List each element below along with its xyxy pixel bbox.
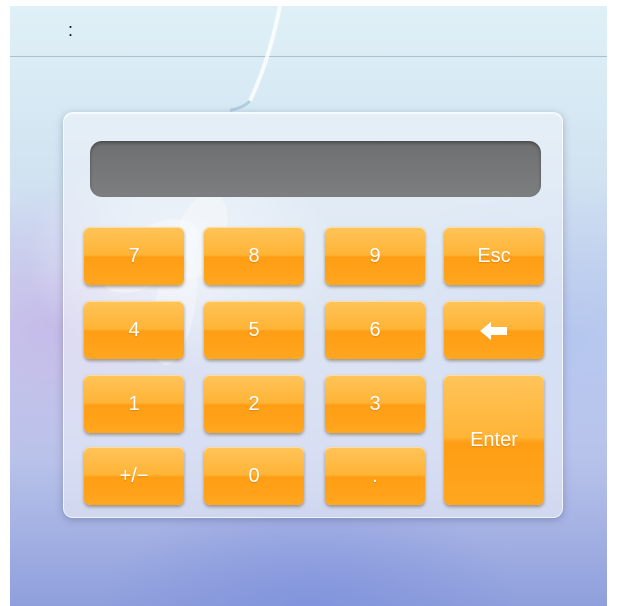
enter-button[interactable]: Enter xyxy=(444,375,544,505)
key-4[interactable]: 4 xyxy=(84,301,184,359)
header-bar: : xyxy=(10,6,607,57)
input-display xyxy=(90,141,541,197)
decimal-point-button[interactable]: . xyxy=(325,447,425,505)
arrow-left-icon xyxy=(480,321,507,340)
key-8[interactable]: 8 xyxy=(204,227,304,285)
key-0[interactable]: 0 xyxy=(204,447,304,505)
key-2[interactable]: 2 xyxy=(204,375,304,433)
key-5[interactable]: 5 xyxy=(204,301,304,359)
calculator-screen: : 7 8 9 Esc 4 5 6 1 2 3 Enter +/− 0 . xyxy=(10,6,607,606)
keypad-panel: 7 8 9 Esc 4 5 6 1 2 3 Enter +/− 0 . xyxy=(63,112,563,518)
key-6[interactable]: 6 xyxy=(325,301,425,359)
background-stem-decoration xyxy=(230,6,282,112)
key-1[interactable]: 1 xyxy=(84,375,184,433)
backspace-button[interactable] xyxy=(444,301,544,359)
sign-toggle-button[interactable]: +/− xyxy=(84,447,184,505)
header-label: : xyxy=(68,20,74,40)
esc-button[interactable]: Esc xyxy=(444,227,544,285)
key-7[interactable]: 7 xyxy=(84,227,184,285)
key-9[interactable]: 9 xyxy=(325,227,425,285)
key-3[interactable]: 3 xyxy=(325,375,425,433)
